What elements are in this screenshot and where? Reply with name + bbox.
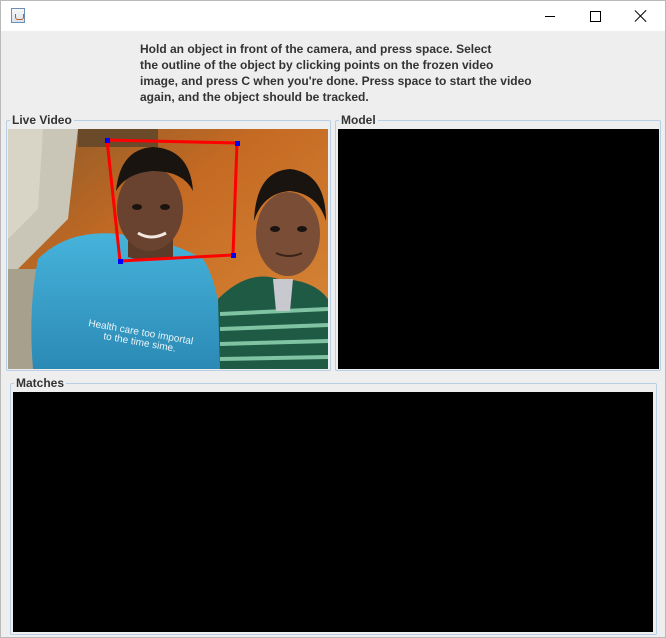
java-cup-icon <box>11 8 25 23</box>
model-title: Model <box>339 113 378 127</box>
selection-point[interactable] <box>231 253 236 258</box>
matches-title: Matches <box>14 376 67 390</box>
instruction-line: again, and the object should be tracked. <box>140 90 369 104</box>
minimize-button[interactable] <box>527 1 573 31</box>
selection-point[interactable] <box>235 141 240 146</box>
close-button[interactable] <box>618 1 664 31</box>
matches-view <box>13 392 653 632</box>
maximize-button[interactable] <box>572 1 618 31</box>
selection-point[interactable] <box>118 259 123 264</box>
instructions-text: Hold an object in front of the camera, a… <box>140 41 560 105</box>
video-frame: Health care too importal to the time sim… <box>8 129 328 369</box>
instruction-line: image, and press C when you're done. Pre… <box>140 74 532 88</box>
instruction-line: Hold an object in front of the camera, a… <box>140 42 492 56</box>
selection-point[interactable] <box>105 138 110 143</box>
maximize-icon <box>589 10 601 22</box>
live-video-title: Live Video <box>10 113 74 127</box>
minimize-icon <box>545 15 555 17</box>
instruction-line: the outline of the object by clicking po… <box>140 58 494 72</box>
model-view <box>338 129 659 369</box>
live-video-view[interactable]: Health care too importal to the time sim… <box>8 129 328 369</box>
close-icon <box>635 10 647 22</box>
title-bar <box>1 1 665 31</box>
